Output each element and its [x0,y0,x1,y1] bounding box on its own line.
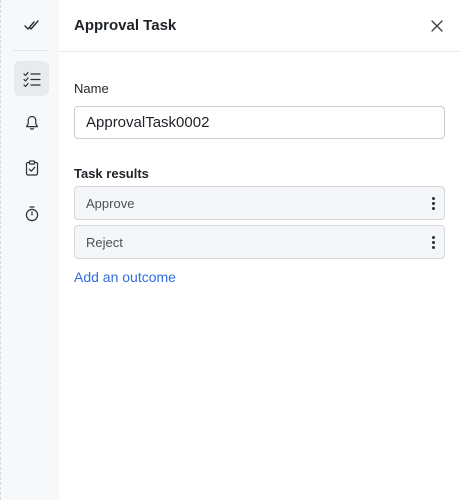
properties-panel: Approval Task Name Task results Approve … [59,0,460,500]
outcome-label: Approve [86,196,135,211]
outcome-item-reject[interactable]: Reject [74,225,445,259]
approval-task-editor: Approval Task Name Task results Approve … [0,0,460,500]
name-input[interactable] [74,106,445,139]
rail-item-task-list[interactable] [14,61,49,96]
panel-header: Approval Task [59,0,460,52]
rail-item-clipboard[interactable] [14,150,49,185]
rail-item-timer[interactable] [14,196,49,231]
add-outcome-link[interactable]: Add an outcome [74,269,176,285]
rail-item-checkmarks[interactable] [14,7,49,42]
close-button[interactable] [426,15,448,37]
checkmarks-icon [23,19,39,30]
kebab-menu-icon[interactable] [428,233,438,251]
rail-divider [13,50,49,51]
side-rail [0,0,59,500]
task-list-icon [22,71,41,87]
outcome-item-approve[interactable]: Approve [74,186,445,220]
outcome-label: Reject [86,235,123,250]
rail-item-notifications[interactable] [14,105,49,140]
close-icon [431,20,443,32]
stopwatch-icon [25,205,38,221]
name-label: Name [74,81,109,96]
clipboard-check-icon [25,159,38,176]
task-results-label: Task results [74,166,149,181]
kebab-menu-icon[interactable] [428,194,438,212]
panel-title: Approval Task [74,17,177,34]
bell-icon [25,115,38,130]
